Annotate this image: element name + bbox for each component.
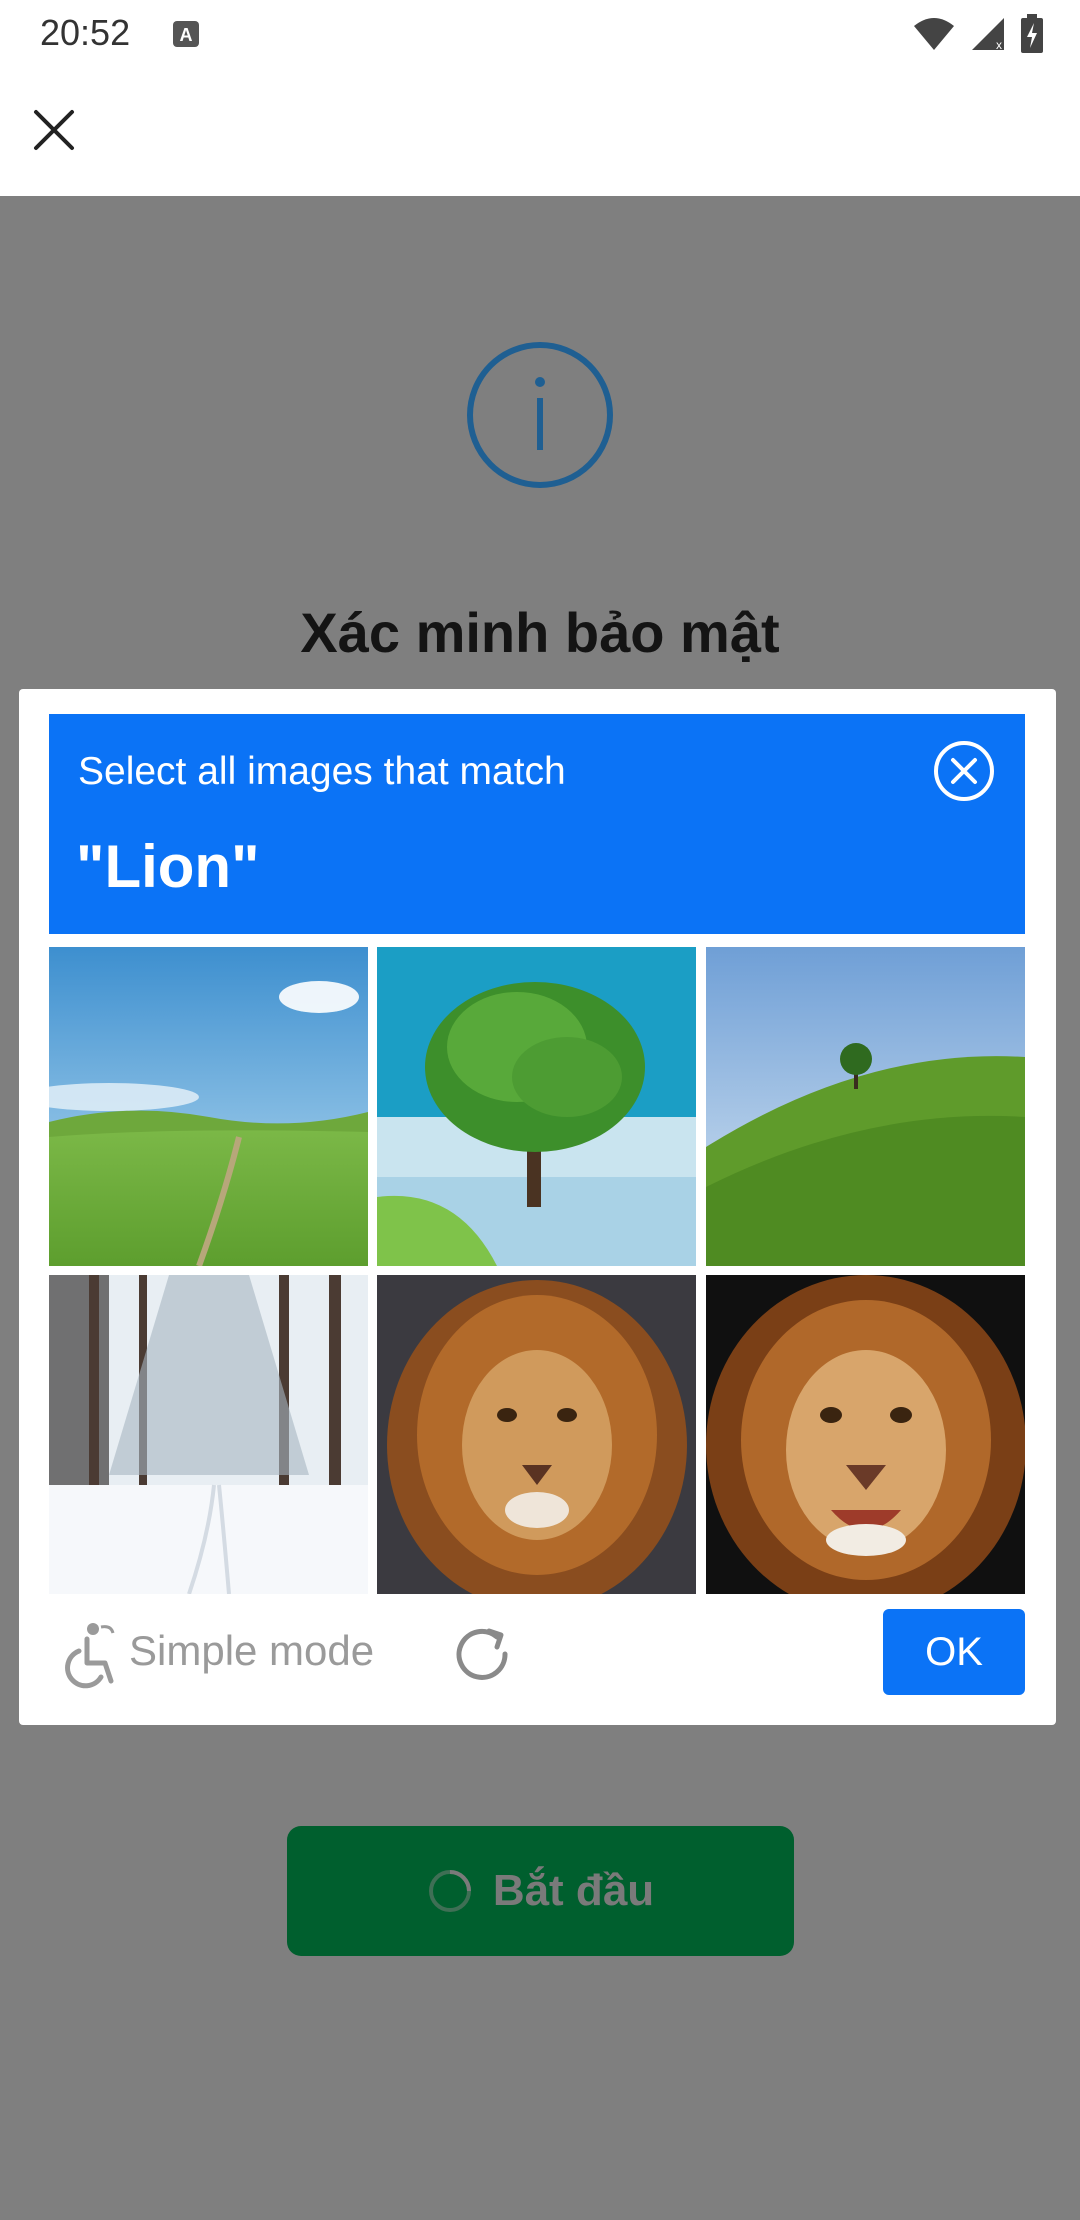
notification-icon: A — [173, 21, 199, 47]
circle-close-icon[interactable] — [933, 740, 995, 802]
captcha-target: "Lion" — [76, 833, 260, 900]
captcha-header: Select all images that match "Lion" — [49, 714, 1025, 934]
page-title: Xác minh bảo mật — [300, 601, 780, 664]
captcha-tile-snow-forest[interactable] — [49, 1275, 368, 1594]
close-icon[interactable] — [30, 106, 78, 154]
captcha-image-grid — [49, 947, 1025, 1594]
battery-icon — [1021, 14, 1043, 53]
captcha-tile-hill[interactable] — [706, 947, 1025, 1266]
top-bar: 20:52 A x — [0, 0, 1080, 196]
captcha-tile-lion[interactable] — [377, 1275, 696, 1594]
captcha-tile-grass-field[interactable] — [49, 947, 368, 1266]
svg-text:x: x — [996, 38, 1002, 52]
loading-spinner-icon — [428, 1870, 471, 1912]
captcha-instruction: Select all images that match — [78, 750, 566, 793]
refresh-icon[interactable] — [449, 1621, 515, 1687]
simple-mode-link[interactable]: Simple mode — [129, 1627, 374, 1675]
snowy-forest-image — [49, 1275, 368, 1594]
captcha-footer: Simple mode OK — [49, 1609, 1025, 1695]
tree-image — [377, 947, 696, 1266]
grass-field-image — [49, 947, 368, 1266]
status-time: 20:52 — [40, 12, 131, 53]
svg-text:A: A — [180, 25, 193, 45]
captcha-dialog: Select all images that match "Lion" Simp… — [19, 689, 1056, 1725]
info-icon — [467, 342, 613, 488]
hill-image — [706, 947, 1025, 1266]
accessibility-icon[interactable] — [49, 1619, 119, 1689]
wifi-icon — [914, 18, 954, 50]
lion-image — [377, 1275, 696, 1594]
start-button-label: Bắt đầu — [492, 1866, 655, 1915]
captcha-tile-lion[interactable] — [706, 1275, 1025, 1594]
lion-image — [706, 1275, 1025, 1594]
ok-button[interactable]: OK — [883, 1609, 1025, 1695]
signal-icon: x — [972, 18, 1004, 52]
status-icons: x — [912, 14, 1044, 54]
captcha-tile-tree[interactable] — [377, 947, 696, 1266]
start-button[interactable]: Bắt đầu — [287, 1826, 794, 1956]
